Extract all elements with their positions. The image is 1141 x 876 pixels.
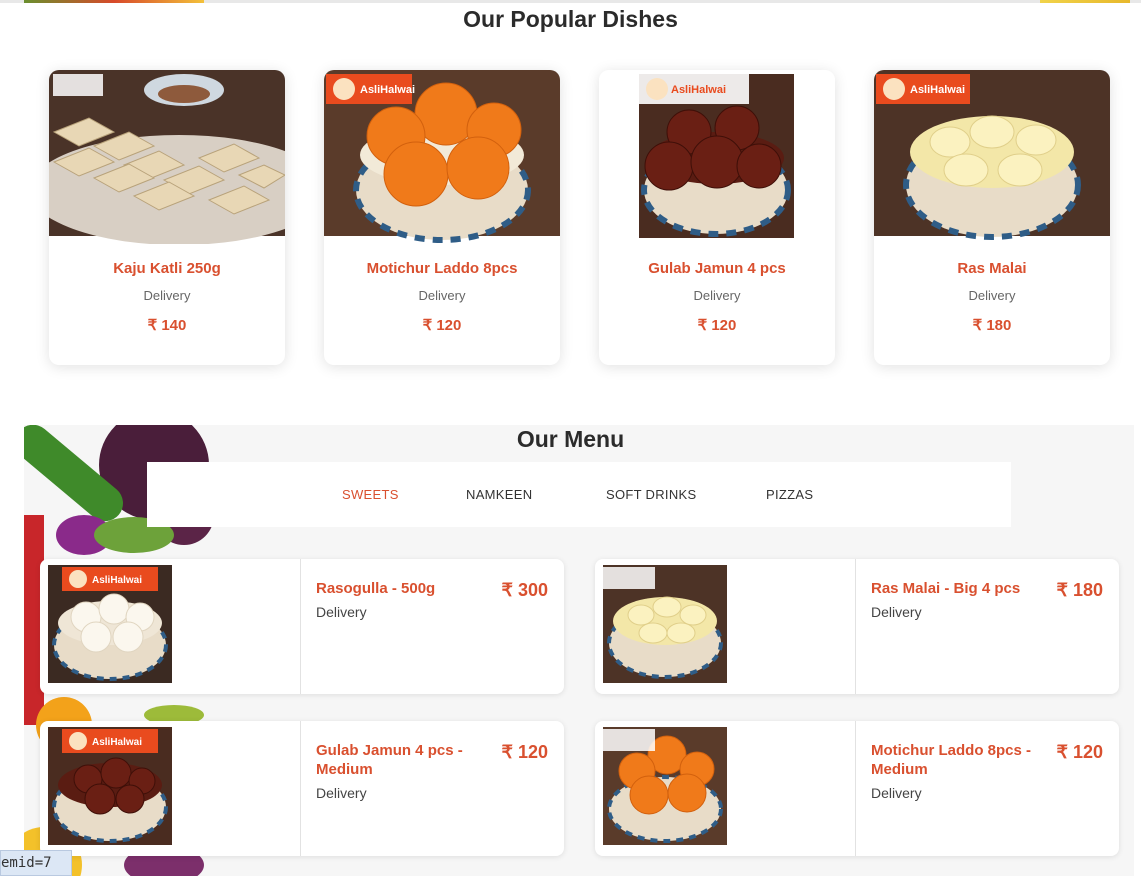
popular-dishes-title: Our Popular Dishes (463, 6, 678, 32)
dish-name[interactable]: Ras Malai (874, 260, 1110, 277)
menu-item-name[interactable]: Ras Malai - Big 4 pcs (871, 579, 1031, 598)
menu-item-delivery: Delivery (871, 604, 922, 620)
our-menu-title: Our Menu (516, 426, 625, 452)
menu-item-name[interactable]: Motichur Laddo 8pcs - Medium (871, 741, 1031, 779)
dish-name[interactable]: Kaju Katli 250g (49, 260, 285, 277)
ras-malai-image (603, 565, 727, 683)
dish-price: ₹ 120 (697, 317, 737, 334)
brand-logo: AsliHalwai (876, 74, 970, 104)
menu-item-price: ₹ 120 (1056, 742, 1104, 762)
tab-namkeen[interactable]: NAMKEEN (466, 487, 532, 502)
gulab-jamun-image: AsliHalwai (599, 70, 835, 244)
motichur-laddo-image: AsliHalwai (324, 70, 560, 244)
popular-dish-card[interactable]: AsliHalwai Gulab Jamun 4 pcs Delivery ₹ … (599, 70, 835, 365)
menu-item-delivery: Delivery (871, 785, 922, 801)
motichur-laddo-image (603, 727, 727, 845)
element-id-badge: emid=7 (0, 850, 72, 876)
tab-soft-drinks[interactable]: SOFT DRINKS (606, 487, 696, 502)
kaju-katli-image (49, 70, 285, 244)
menu-item-price: ₹ 300 (501, 580, 549, 600)
svg-text:AsliHalwai: AsliHalwai (92, 575, 142, 586)
menu-item-price: ₹ 180 (1056, 580, 1104, 600)
svg-text:AsliHalwai: AsliHalwai (671, 84, 726, 96)
dish-price: ₹ 120 (422, 317, 462, 334)
menu-category-tabs: SWEETS NAMKEEN SOFT DRINKS PIZZAS (147, 462, 1011, 527)
dish-delivery: Delivery (968, 288, 1016, 303)
tab-sweets[interactable]: SWEETS (342, 487, 399, 502)
menu-item-delivery: Delivery (316, 785, 367, 801)
dish-delivery: Delivery (693, 288, 741, 303)
rasogulla-image: AsliHalwai (48, 565, 172, 683)
dish-price: ₹ 180 (972, 317, 1012, 334)
dish-name[interactable]: Motichur Laddo 8pcs (324, 260, 560, 277)
gulab-jamun-image: AsliHalwai (48, 727, 172, 845)
menu-item-delivery: Delivery (316, 604, 367, 620)
popular-dish-card[interactable]: AsliHalwai Ras Malai Delivery ₹ 180 (874, 70, 1110, 365)
popular-dishes-list: Kaju Katli 250g Delivery ₹ 140 AsliHalwa… (38, 62, 1118, 376)
menu-item-card[interactable]: Ras Malai - Big 4 pcs Delivery ₹ 180 (595, 559, 1119, 694)
menu-item-card[interactable]: AsliHalwai Gulab Jamun 4 pcs - Medium De… (40, 721, 564, 856)
dish-price: ₹ 140 (147, 317, 187, 334)
menu-item-name[interactable]: Rasogulla - 500g (316, 579, 476, 598)
brand-logo: AsliHalwai (639, 74, 749, 104)
menu-item-price: ₹ 120 (501, 742, 549, 762)
dish-name[interactable]: Gulab Jamun 4 pcs (599, 260, 835, 277)
popular-dish-card[interactable]: AsliHalwai Motichur Laddo 8pcs Delivery … (324, 70, 560, 365)
menu-item-name[interactable]: Gulab Jamun 4 pcs - Medium (316, 741, 476, 779)
brand-logo: AsliHalwai (326, 74, 415, 104)
svg-text:AsliHalwai: AsliHalwai (360, 84, 415, 96)
ras-malai-image: AsliHalwai (874, 70, 1110, 244)
top-decor-strip (0, 0, 1141, 3)
menu-item-card[interactable]: Motichur Laddo 8pcs - Medium Delivery ₹ … (595, 721, 1119, 856)
svg-text:AsliHalwai: AsliHalwai (910, 84, 965, 96)
dish-delivery: Delivery (418, 288, 466, 303)
tab-pizzas[interactable]: PIZZAS (766, 487, 813, 502)
svg-text:AsliHalwai: AsliHalwai (92, 737, 142, 748)
dish-delivery: Delivery (143, 288, 191, 303)
menu-item-card[interactable]: AsliHalwai Rasogulla - 500g Delivery ₹ 3… (40, 559, 564, 694)
popular-dish-card[interactable]: Kaju Katli 250g Delivery ₹ 140 (49, 70, 285, 365)
